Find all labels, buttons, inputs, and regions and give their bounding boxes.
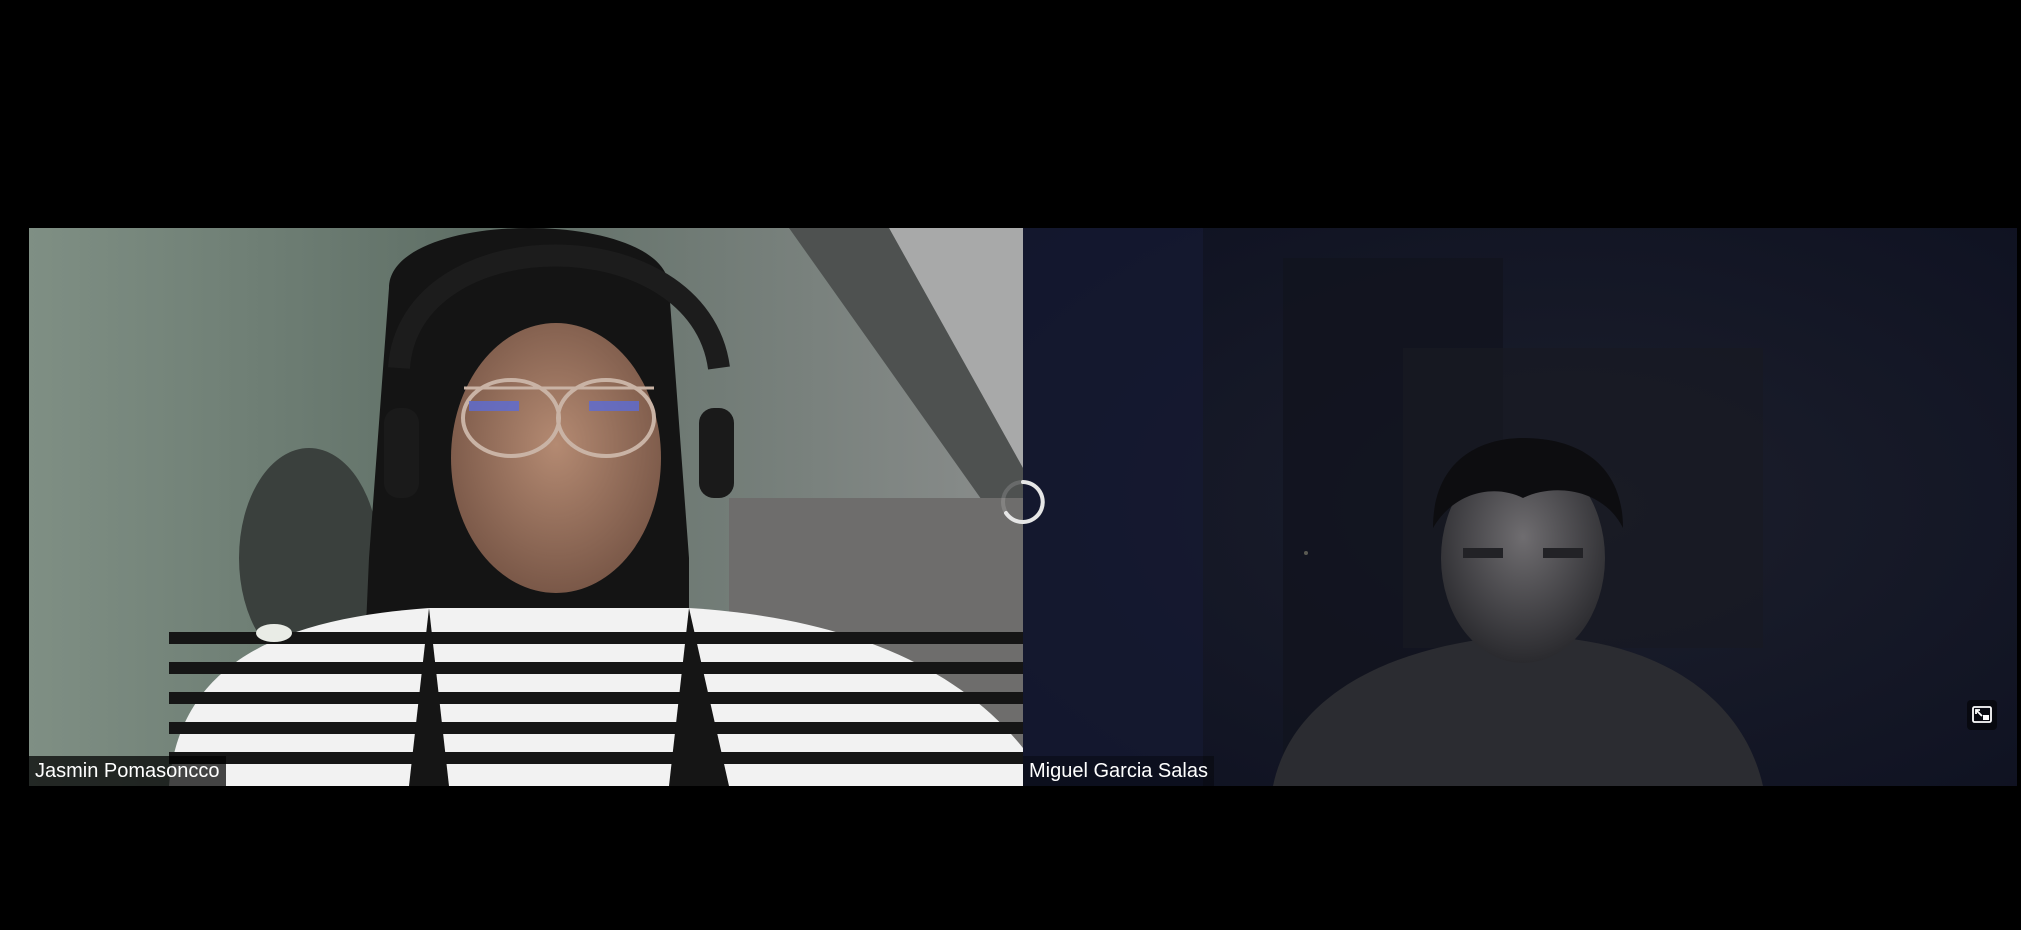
participant-name-label: Miguel Garcia Salas: [1023, 756, 1214, 786]
participant-tile-jasmin[interactable]: Jasmin Pomasoncco: [29, 228, 1023, 786]
participant-tile-miguel[interactable]: Miguel Garcia Salas: [1023, 228, 2017, 786]
video-call-stage: Jasmin Pomasoncco Miguel Garcia Salas: [0, 0, 2021, 930]
striped-shirt: [169, 608, 1023, 786]
participant-video-feed: [1023, 228, 2017, 786]
participant-video-feed: [29, 228, 1023, 786]
picture-in-picture-button[interactable]: [1967, 700, 1997, 730]
spinner-icon: [1001, 480, 1045, 524]
participant-name-label: Jasmin Pomasoncco: [29, 756, 226, 786]
picture-in-picture-icon: [1972, 706, 1992, 723]
